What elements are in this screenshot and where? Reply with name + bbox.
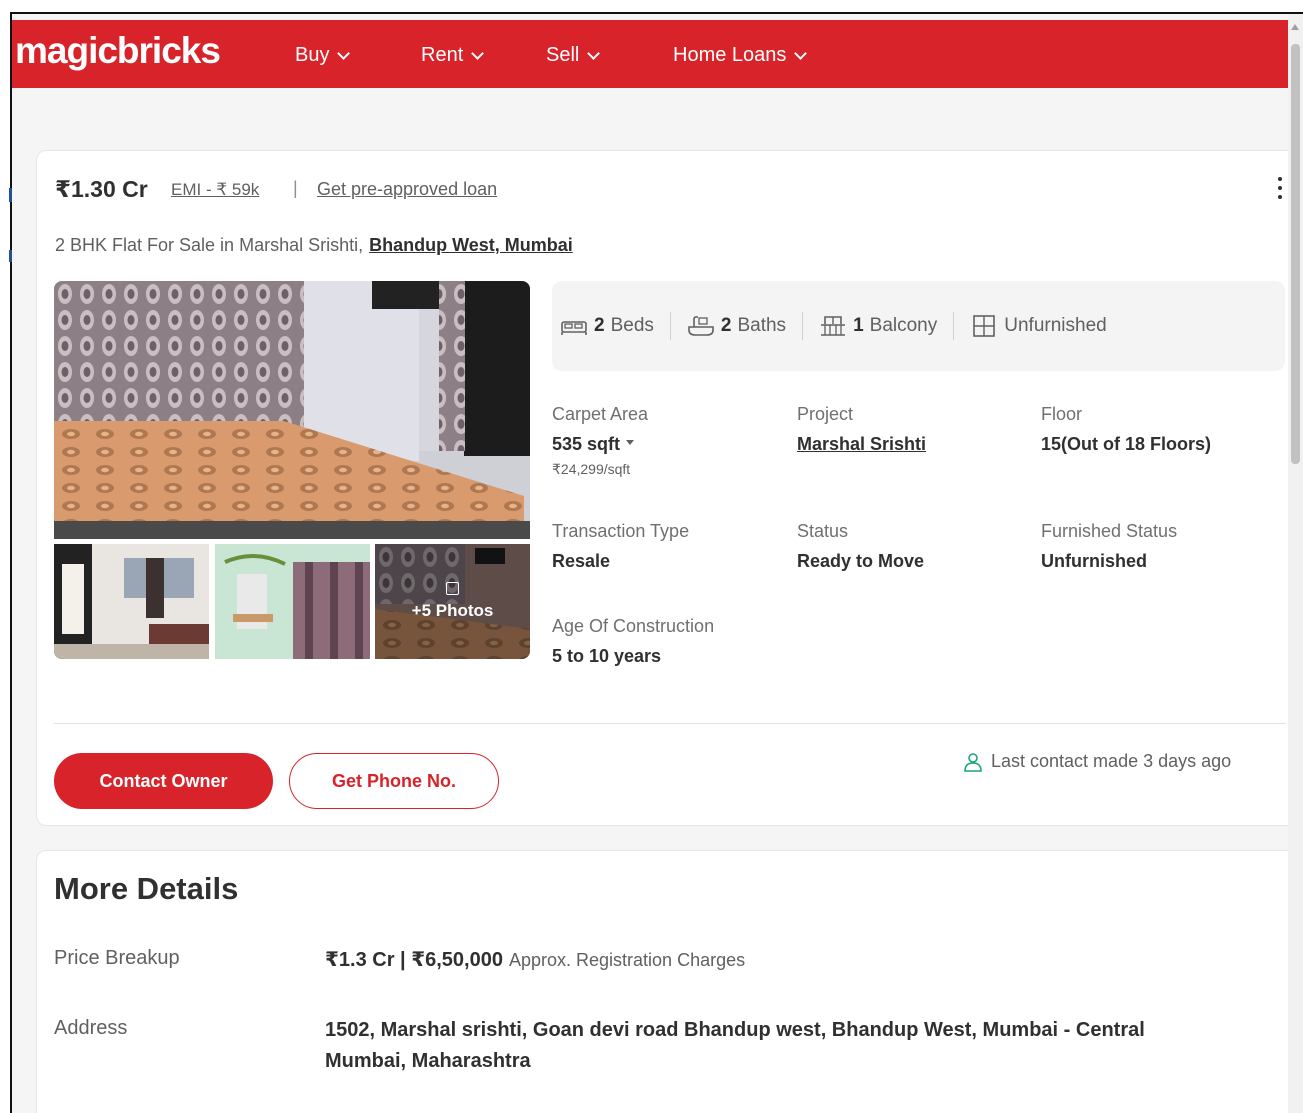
main-property-photo[interactable] [54, 281, 530, 539]
top-navbar: magicbricks Buy Rent Sell Home Loans [12, 20, 1288, 88]
living-room-image [54, 544, 209, 659]
bedroom-desk-image [215, 544, 370, 659]
amenity-balcony: 1 Balcony [819, 315, 937, 337]
window-frame-left [0, 12, 12, 1113]
spec-age-of-construction: Age Of Construction 5 to 10 years [552, 616, 715, 666]
scrollbar-thumb[interactable] [1291, 44, 1300, 464]
nav-home-loans[interactable]: Home Loans [673, 44, 808, 67]
spec-project: Project Marshal Srishti [797, 404, 927, 455]
amenity-beds: 2 Beds [560, 315, 654, 337]
property-price: ₹1.30 Cr [55, 176, 148, 202]
bedroom-photo-image [54, 281, 530, 539]
card-divider [54, 723, 1286, 724]
address-value: 1502, Marshal srishti, Goan devi road Bh… [325, 1019, 1145, 1072]
spec-status: Status Ready to Move [797, 521, 925, 571]
price-separator: | [293, 178, 298, 198]
more-options-icon[interactable] [1277, 177, 1283, 204]
spec-furnished-status: Furnished Status Unfurnished [1041, 521, 1178, 571]
amenities-bar: 2 Beds 2 Baths 1 Balcony Unfurnished [552, 281, 1285, 371]
thumbnail-more-photos[interactable]: +5 Photos [375, 544, 530, 659]
chevron-down-icon [794, 46, 808, 60]
bath-icon [688, 316, 714, 336]
thumbnail-living-room[interactable] [54, 544, 209, 659]
nav-buy[interactable]: Buy [295, 44, 351, 67]
property-card: ₹1.30 Cr EMI - ₹ 59k | Get pre-approved … [36, 150, 1288, 826]
get-phone-button[interactable]: Get Phone No. [289, 753, 499, 809]
project-link[interactable]: Marshal Srishti [797, 434, 926, 455]
page-content: magicbricks Buy Rent Sell Home Loans ₹1.… [12, 14, 1288, 1113]
thumbnail-bedroom-desk[interactable] [215, 544, 370, 659]
chevron-down-icon [587, 46, 601, 60]
spec-floor: Floor 15(Out of 18 Floors) [1041, 404, 1212, 454]
user-icon [964, 752, 982, 772]
chevron-down-icon [337, 46, 351, 60]
balcony-icon [821, 316, 846, 336]
emi-link[interactable]: EMI - ₹ 59k [171, 180, 259, 200]
price-breakup-label: Price Breakup [54, 947, 180, 969]
spec-transaction-type: Transaction Type Resale [552, 521, 690, 571]
window-frame-top [0, 0, 1303, 14]
nav-sell[interactable]: Sell [546, 44, 601, 67]
photo-icon [446, 582, 459, 595]
magicbricks-logo[interactable]: magicbricks [15, 30, 221, 72]
price-breakup-value: ₹1.3 Cr | ₹6,50,000 Approx. Registration … [325, 949, 746, 971]
more-photos-overlay[interactable]: +5 Photos [375, 544, 530, 659]
furnishing-icon [973, 315, 996, 337]
caret-down-icon [626, 439, 635, 445]
bed-icon [561, 321, 587, 335]
more-details-card: More Details Price Breakup ₹1.3 Cr | ₹6,… [36, 850, 1288, 1113]
amenity-furnishing: Unfurnished [970, 315, 1107, 337]
carpet-area-value[interactable]: 535 sqft [552, 434, 648, 455]
more-details-title: More Details [54, 871, 239, 906]
pre-approved-loan-link[interactable]: Get pre-approved loan [317, 179, 497, 200]
scroll-up-arrow-icon[interactable] [1291, 24, 1299, 30]
property-title: 2 BHK Flat For Sale in Marshal Srishti, B… [55, 235, 573, 255]
location-link[interactable]: Bhandup West, Mumbai [369, 235, 573, 255]
amenity-baths: 2 Baths [687, 315, 786, 337]
vertical-scrollbar[interactable] [1288, 14, 1303, 1113]
chevron-down-icon [471, 46, 485, 60]
address-label: Address [54, 1017, 128, 1039]
nav-rent[interactable]: Rent [421, 44, 485, 67]
contact-owner-button[interactable]: Contact Owner [54, 753, 273, 809]
spec-carpet-area: Carpet Area 535 sqft ₹24,299/sqft [552, 404, 649, 477]
last-contact-info: Last contact made 3 days ago [963, 751, 1231, 772]
